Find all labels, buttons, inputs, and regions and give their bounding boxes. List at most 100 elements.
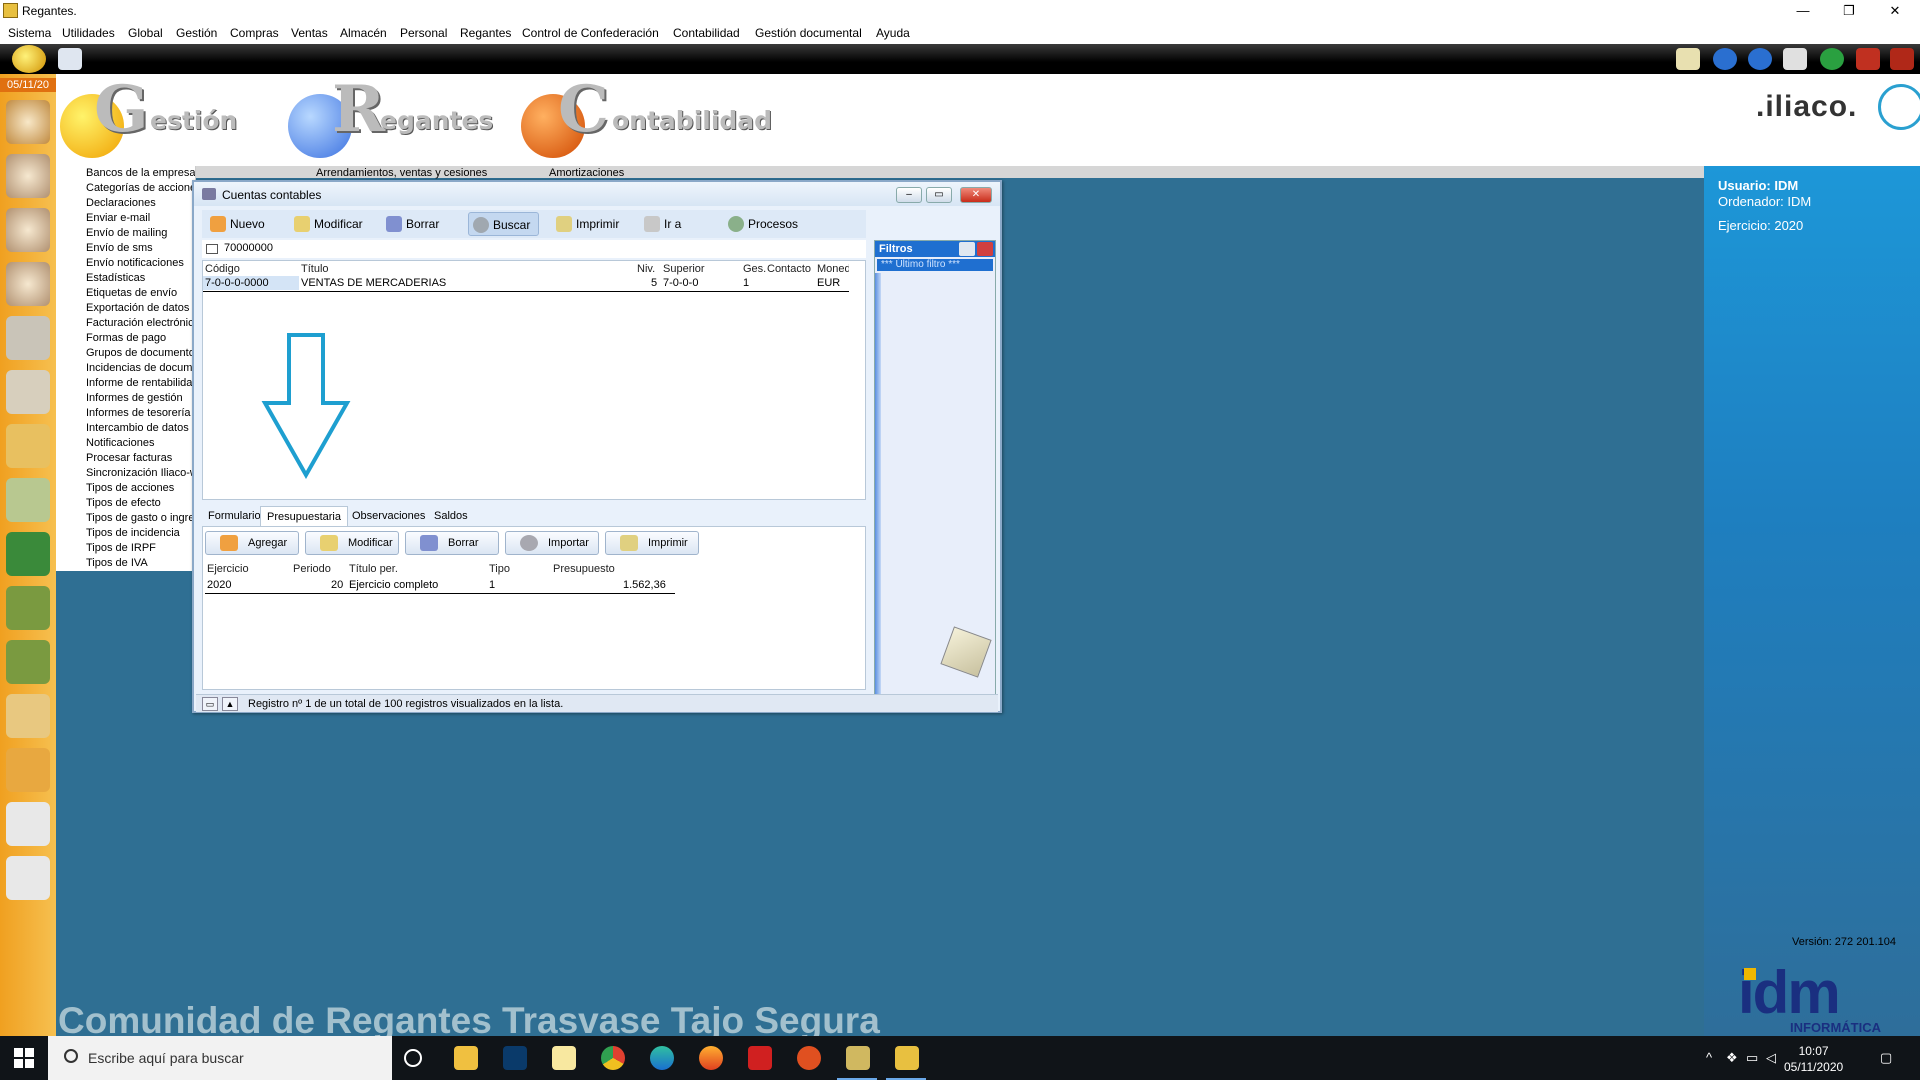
- dialog-maximize-button[interactable]: ▭: [926, 187, 952, 203]
- menu-list-item[interactable]: Tipos de IVA: [56, 556, 195, 571]
- taskbar-clock[interactable]: 10:07 05/11/2020: [1784, 1043, 1843, 1075]
- home-orb-icon[interactable]: [12, 45, 46, 73]
- tab-observaciones[interactable]: Observaciones: [346, 506, 431, 526]
- menu-col2-item[interactable]: Arrendamientos, ventas y cesiones: [316, 167, 487, 179]
- account-search-field[interactable]: 70000000: [202, 240, 866, 258]
- menu-list-item[interactable]: Tipos de incidencia: [56, 526, 195, 541]
- sepa-icon[interactable]: [6, 532, 50, 576]
- tab-presupuestaria[interactable]: Presupuestaria: [260, 506, 348, 526]
- agregar-button[interactable]: Agregar: [205, 531, 299, 555]
- forward-arrow-icon[interactable]: [1748, 48, 1772, 70]
- cell-ejercicio[interactable]: 2020: [207, 579, 231, 591]
- cell-moneda[interactable]: EUR: [817, 277, 840, 289]
- rx-app-icon[interactable]: [748, 1046, 772, 1070]
- menu-list-item[interactable]: Estadísticas: [56, 271, 195, 286]
- app-red-icon[interactable]: [797, 1046, 821, 1070]
- menu-list-item[interactable]: Bancos de la empresa: [56, 166, 195, 181]
- nuevo-button[interactable]: Nuevo: [206, 212, 273, 236]
- menu-almacen[interactable]: Almacén: [340, 26, 387, 40]
- collapse-up-icon[interactable]: ▲: [222, 697, 238, 711]
- user-contacts-icon[interactable]: [6, 154, 50, 198]
- file-explorer-icon[interactable]: [454, 1046, 478, 1070]
- menu-list-item[interactable]: Enviar e-mail: [56, 211, 195, 226]
- minimize-button[interactable]: —: [1780, 0, 1826, 22]
- checklist-icon[interactable]: [58, 48, 82, 70]
- menu-list-item[interactable]: Incidencias de documentos: [56, 361, 195, 376]
- column-header[interactable]: Ejercicio: [207, 563, 249, 575]
- database-tools-icon[interactable]: [6, 370, 50, 414]
- menu-list-item[interactable]: Sincronización Iliaco-w: [56, 466, 195, 481]
- menu-gestion-documental[interactable]: Gestión documental: [755, 26, 862, 40]
- menu-list-item[interactable]: Intercambio de datos: [56, 421, 195, 436]
- borrar-button[interactable]: Borrar: [382, 212, 447, 236]
- cell-periodo[interactable]: 20: [331, 579, 343, 591]
- menu-contabilidad[interactable]: Contabilidad: [673, 26, 740, 40]
- window-list-icon[interactable]: [1783, 48, 1807, 70]
- invoice-fc-icon[interactable]: [6, 694, 50, 738]
- photoshop-icon[interactable]: [503, 1046, 527, 1070]
- close-window-icon[interactable]: [1856, 48, 1880, 70]
- cell-presupuesto[interactable]: 1.562,36: [623, 579, 666, 591]
- cell-nivel[interactable]: 5: [651, 277, 657, 289]
- network-icon[interactable]: ▭: [1746, 1050, 1758, 1066]
- tray-chevron-icon[interactable]: ^: [1706, 1050, 1712, 1065]
- users-group-icon[interactable]: [6, 100, 50, 144]
- report-list-icon[interactable]: [6, 802, 50, 846]
- menu-personal[interactable]: Personal: [400, 26, 447, 40]
- dropbox-icon[interactable]: ❖: [1726, 1050, 1738, 1066]
- column-header[interactable]: Título: [301, 263, 329, 275]
- menu-list-item[interactable]: Etiquetas de envío: [56, 286, 195, 301]
- windows-start-icon[interactable]: [14, 1048, 34, 1068]
- task-view-icon[interactable]: [404, 1049, 422, 1067]
- menu-list-item[interactable]: Procesar facturas: [56, 451, 195, 466]
- menu-global[interactable]: Global: [128, 26, 163, 40]
- budget-borrar-button[interactable]: Borrar: [405, 531, 499, 555]
- menu-list-item[interactable]: Categorías de acciones: [56, 181, 195, 196]
- menu-list-item[interactable]: Tipos de IRPF: [56, 541, 195, 556]
- buscar-button[interactable]: Buscar: [468, 212, 540, 236]
- menu-list-item[interactable]: Exportación de datos a: [56, 301, 195, 316]
- iliaco-app-icon[interactable]: [846, 1046, 870, 1070]
- dialog-close-button[interactable]: ✕: [960, 187, 992, 203]
- column-header[interactable]: Ges.: [743, 263, 766, 275]
- budget-imprimir-button[interactable]: Imprimir: [605, 531, 699, 555]
- box-green-alt-icon[interactable]: [6, 640, 50, 684]
- last-filter-item[interactable]: *** Último filtro ***: [877, 259, 993, 271]
- box-green-icon[interactable]: [6, 586, 50, 630]
- menu-list-item[interactable]: Formas de pago: [56, 331, 195, 346]
- edge-icon[interactable]: [650, 1046, 674, 1070]
- column-header[interactable]: Niv.: [637, 263, 655, 275]
- cell-titulo-per[interactable]: Ejercicio completo: [349, 579, 438, 591]
- menu-list-item[interactable]: Envío notificaciones: [56, 256, 195, 271]
- filters-close-icon[interactable]: [977, 242, 993, 256]
- cell-tipo[interactable]: 1: [489, 579, 495, 591]
- restore-button[interactable]: ❐: [1826, 0, 1872, 22]
- menu-sistema[interactable]: Sistema: [8, 26, 51, 40]
- menu-list-item[interactable]: Declaraciones: [56, 196, 195, 211]
- user-icon[interactable]: [6, 208, 50, 252]
- exit-icon[interactable]: [1890, 48, 1914, 70]
- modificar-button[interactable]: Modificar: [290, 212, 371, 236]
- chrome-icon[interactable]: [601, 1046, 625, 1070]
- mail-icon[interactable]: [1676, 48, 1700, 70]
- menu-list-item[interactable]: Informe de rentabilidad: [56, 376, 195, 391]
- report-list-alt-icon[interactable]: [6, 856, 50, 900]
- menu-list-item[interactable]: Tipos de efecto: [56, 496, 195, 511]
- menu-list-item[interactable]: Tipos de gasto o ingreso: [56, 511, 195, 526]
- menu-ventas[interactable]: Ventas: [291, 26, 328, 40]
- cell-titulo[interactable]: VENTAS DE MERCADERIAS: [301, 277, 446, 289]
- sticky-folder-icon[interactable]: [552, 1046, 576, 1070]
- column-header[interactable]: Presupuesto: [553, 563, 615, 575]
- volume-icon[interactable]: ◁: [1766, 1050, 1776, 1066]
- tab-formulario[interactable]: Formulario: [202, 506, 267, 526]
- imprimir-button[interactable]: Imprimir: [552, 212, 627, 236]
- record-card-icon[interactable]: ▭: [202, 697, 218, 711]
- taskbar-search-box[interactable]: Escribe aquí para buscar: [48, 1036, 392, 1080]
- cell-codigo[interactable]: 7-0-0-0-0000: [205, 277, 269, 289]
- edit-document-icon[interactable]: [6, 478, 50, 522]
- cell-ges[interactable]: 1: [743, 277, 749, 289]
- menu-list-item[interactable]: Envío de mailing: [56, 226, 195, 241]
- budget-modificar-button[interactable]: Modificar: [305, 531, 399, 555]
- back-arrow-icon[interactable]: [1713, 48, 1737, 70]
- column-header[interactable]: Tipo: [489, 563, 510, 575]
